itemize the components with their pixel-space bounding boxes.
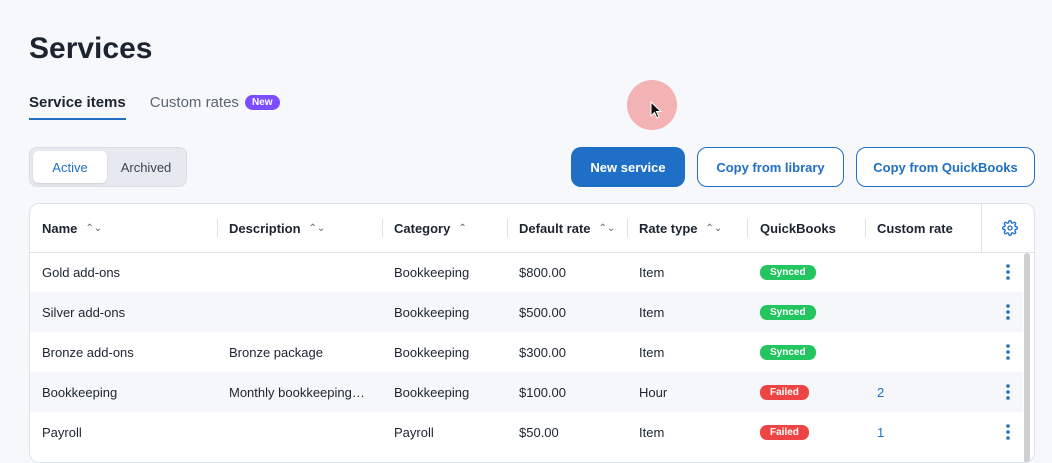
column-label: QuickBooks <box>760 220 836 236</box>
column-header-custom-rate: Custom rate <box>877 204 953 252</box>
cell-default-rate: $100.00 <box>519 384 566 400</box>
tab-custom-rates[interactable]: Custom rates New <box>150 94 280 120</box>
row-menu-button[interactable] <box>996 292 1020 332</box>
column-header-description[interactable]: Description ⌃⌄ <box>229 204 325 252</box>
cell-rate-type: Hour <box>639 384 668 400</box>
cell-custom-rate[interactable]: 2 <box>877 372 884 412</box>
status-badge: Synced <box>760 344 816 360</box>
kebab-menu-icon <box>1006 384 1010 400</box>
tab-label: Service items <box>29 94 126 111</box>
new-service-button[interactable]: New service <box>571 147 685 187</box>
toggle-archived[interactable]: Archived <box>109 151 183 183</box>
cell-category: Bookkeeping <box>394 304 470 320</box>
cell-quickbooks: Synced <box>760 252 816 292</box>
column-label: Category <box>394 220 451 236</box>
column-label: Name <box>42 220 78 236</box>
cell-category: Bookkeeping <box>394 344 470 360</box>
column-divider <box>747 219 748 237</box>
column-label: Rate type <box>639 220 698 236</box>
status-badge: Failed <box>760 424 809 440</box>
column-divider <box>382 219 383 237</box>
new-badge: New <box>244 95 280 110</box>
column-header-rate-type[interactable]: Rate type ⌃⌄ <box>639 204 722 252</box>
sort-icon: ⌃⌄ <box>705 222 723 234</box>
column-header-default-rate[interactable]: Default rate ⌃⌄ <box>519 204 615 252</box>
cell-quickbooks: Synced <box>760 332 816 372</box>
table-scrollbar[interactable] <box>1024 253 1030 462</box>
column-label: Default rate <box>519 220 591 236</box>
cell-category: Payroll <box>394 424 434 440</box>
copy-from-quickbooks-button[interactable]: Copy from QuickBooks <box>856 147 1035 187</box>
kebab-menu-icon <box>1006 304 1010 320</box>
column-divider <box>865 219 866 237</box>
column-label: Description <box>229 220 301 236</box>
row-menu-button[interactable] <box>996 332 1020 372</box>
column-header-quickbooks: QuickBooks <box>760 204 836 252</box>
cell-name: Bronze add-ons <box>42 344 134 360</box>
status-badge: Synced <box>760 304 816 320</box>
status-toggle: Active Archived <box>29 147 187 187</box>
row-menu-button[interactable] <box>996 412 1020 452</box>
kebab-menu-icon <box>1006 344 1010 360</box>
toggle-active[interactable]: Active <box>33 151 107 183</box>
mouse-cursor-icon <box>650 101 662 119</box>
status-badge: Failed <box>760 384 809 400</box>
sort-icon: ⌃⌄ <box>85 222 103 234</box>
cell-default-rate: $800.00 <box>519 264 566 280</box>
cell-rate-type: Item <box>639 424 665 440</box>
cell-category: Bookkeeping <box>394 264 470 280</box>
cell-rate-type: Item <box>639 344 665 360</box>
table-row[interactable]: Silver add-ons Bookkeeping $500.00 Item … <box>30 292 1023 332</box>
cell-name: Bookkeeping <box>42 384 118 400</box>
cell-category: Bookkeeping <box>394 384 470 400</box>
column-divider <box>627 219 628 237</box>
gear-icon <box>1001 220 1018 236</box>
cell-default-rate: $300.00 <box>519 344 566 360</box>
cell-name: Silver add-ons <box>42 304 126 320</box>
row-menu-button[interactable] <box>996 372 1020 412</box>
cell-rate-type: Item <box>639 304 665 320</box>
table-row[interactable]: Bronze add-ons Bronze package Bookkeepin… <box>30 332 1023 372</box>
table-header: Name ⌃⌄ Description ⌃⌄ Category ⌃ Defaul… <box>30 204 1034 253</box>
column-header-category[interactable]: Category ⌃ <box>394 204 467 252</box>
row-menu-button[interactable] <box>996 252 1020 292</box>
cell-quickbooks: Failed <box>760 372 809 412</box>
status-badge: Synced <box>760 264 816 280</box>
cell-default-rate: $500.00 <box>519 304 566 320</box>
services-table: Name ⌃⌄ Description ⌃⌄ Category ⌃ Defaul… <box>29 203 1035 463</box>
cell-name: Gold add-ons <box>42 264 121 280</box>
cell-custom-rate[interactable]: 1 <box>877 412 884 452</box>
cell-rate-type: Item <box>639 264 665 280</box>
tab-label: Custom rates <box>149 94 239 111</box>
cell-default-rate: $50.00 <box>519 424 559 440</box>
tabs: Service items Custom rates New <box>29 94 280 120</box>
table-row[interactable]: Payroll Payroll $50.00 Item Failed 1 <box>30 412 1023 452</box>
tab-service-items[interactable]: Service items <box>29 94 126 120</box>
column-divider <box>507 219 508 237</box>
kebab-menu-icon <box>1006 264 1010 280</box>
sort-icon: ⌃⌄ <box>308 222 326 234</box>
sort-asc-icon: ⌃ <box>458 222 467 234</box>
page-title: Services <box>29 32 153 65</box>
cell-description: Bronze package <box>229 344 323 360</box>
column-divider <box>217 219 218 237</box>
column-header-name[interactable]: Name ⌃⌄ <box>42 204 102 252</box>
kebab-menu-icon <box>1006 424 1010 440</box>
cell-description: Monthly bookkeeping… <box>229 384 365 400</box>
column-label: Custom rate <box>877 220 953 236</box>
copy-from-library-button[interactable]: Copy from library <box>697 147 844 187</box>
table-row[interactable]: Gold add-ons Bookkeeping $800.00 Item Sy… <box>30 252 1023 292</box>
table-row[interactable]: Bookkeeping Monthly bookkeeping… Bookkee… <box>30 372 1023 412</box>
cell-quickbooks: Failed <box>760 412 809 452</box>
table-settings-button[interactable] <box>981 204 1034 252</box>
cell-quickbooks: Synced <box>760 292 816 332</box>
sort-icon: ⌃⌄ <box>598 222 616 234</box>
cell-name: Payroll <box>42 424 82 440</box>
